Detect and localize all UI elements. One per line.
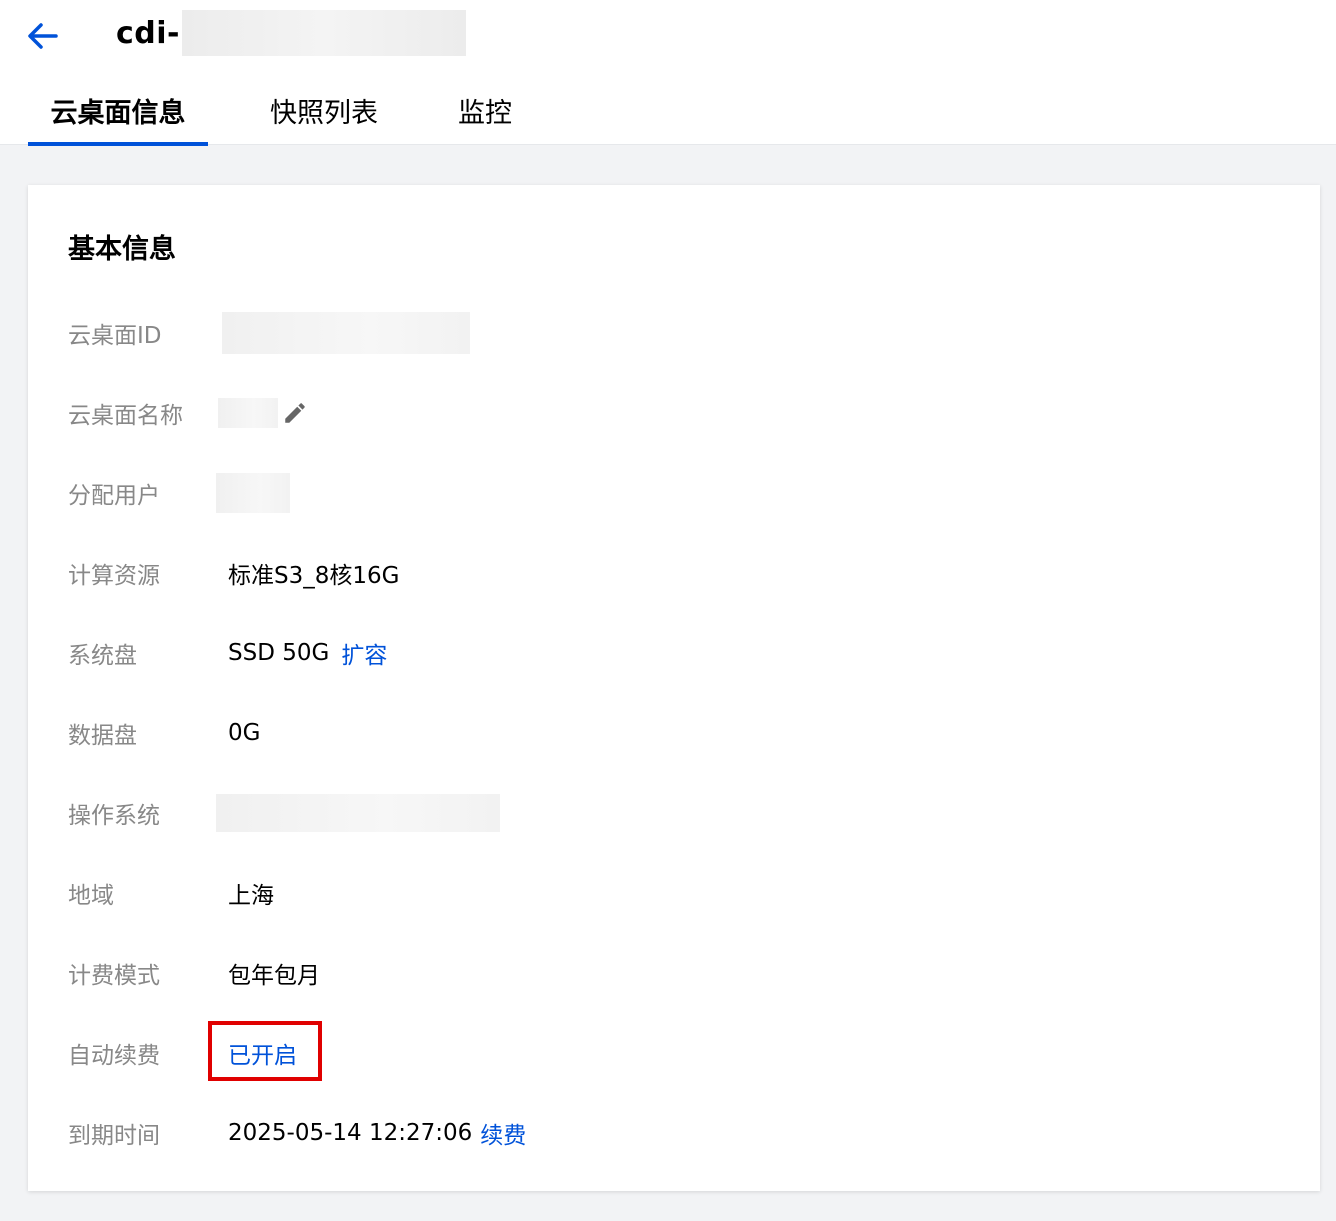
label-os: 操作系统: [68, 803, 160, 829]
redacted-desktop-name: [218, 398, 278, 428]
row-region: 地域 上海: [68, 873, 274, 913]
row-billing-mode: 计费模式 包年包月: [68, 953, 320, 993]
row-system-disk: 系统盘 SSD 50G 扩容: [68, 633, 387, 673]
basic-info-card: 基本信息 云桌面ID 云桌面名称 分配用户 计算资源 标准S3_8核16G 系统…: [28, 185, 1320, 1191]
label-data-disk: 数据盘: [68, 723, 137, 749]
highlight-box: [208, 1021, 322, 1081]
expand-disk-link[interactable]: 扩容: [341, 636, 387, 670]
page-title-text: cdi-: [116, 15, 180, 51]
label-billing-mode: 计费模式: [68, 963, 160, 989]
label-system-disk: 系统盘: [68, 643, 137, 669]
pencil-icon[interactable]: [282, 400, 308, 426]
top-bar: cdi- 云桌面信息 快照列表 监控: [0, 0, 1336, 146]
arrow-left-icon: [28, 23, 58, 49]
row-os: 操作系统: [68, 793, 500, 833]
row-desktop-name: 云桌面名称: [68, 393, 308, 433]
tab-monitoring-label: 监控: [458, 98, 512, 129]
renew-link[interactable]: 续费: [480, 1116, 526, 1150]
row-expire-time: 到期时间 2025-05-14 12:27:06 续费: [68, 1113, 526, 1153]
label-assigned-user: 分配用户: [68, 483, 160, 509]
tab-bar: 云桌面信息 快照列表 监控: [28, 84, 530, 146]
page-title: cdi-: [116, 10, 466, 56]
section-title: 基本信息: [68, 234, 176, 265]
value-region: 上海: [228, 883, 274, 909]
label-expire-time: 到期时间: [68, 1123, 160, 1149]
label-compute: 计算资源: [68, 563, 160, 589]
redacted-title: [182, 10, 466, 56]
value-system-disk: SSD 50G: [228, 640, 330, 666]
label-desktop-id: 云桌面ID: [68, 323, 162, 349]
tab-snapshots[interactable]: 快照列表: [208, 84, 440, 144]
redacted-desktop-id: [222, 312, 470, 354]
row-data-disk: 数据盘 0G: [68, 713, 260, 753]
tab-desktop-info-label: 云桌面信息: [50, 98, 186, 129]
value-expire-time: 2025-05-14 12:27:06: [228, 1120, 473, 1146]
tab-snapshots-label: 快照列表: [270, 98, 378, 129]
back-button[interactable]: [22, 16, 62, 56]
row-compute: 计算资源 标准S3_8核16G: [68, 553, 399, 593]
value-billing-mode: 包年包月: [228, 963, 320, 989]
value-compute: 标准S3_8核16G: [228, 563, 400, 589]
tab-monitoring[interactable]: 监控: [440, 84, 530, 144]
redacted-assigned-user: [216, 473, 290, 513]
label-desktop-name: 云桌面名称: [68, 403, 183, 429]
label-auto-renew: 自动续费: [68, 1043, 160, 1069]
redacted-os: [216, 794, 500, 832]
label-region: 地域: [68, 883, 114, 909]
row-desktop-id: 云桌面ID: [68, 312, 470, 354]
row-assigned-user: 分配用户: [68, 473, 290, 513]
value-data-disk: 0G: [228, 720, 261, 746]
tab-desktop-info[interactable]: 云桌面信息: [28, 84, 208, 146]
